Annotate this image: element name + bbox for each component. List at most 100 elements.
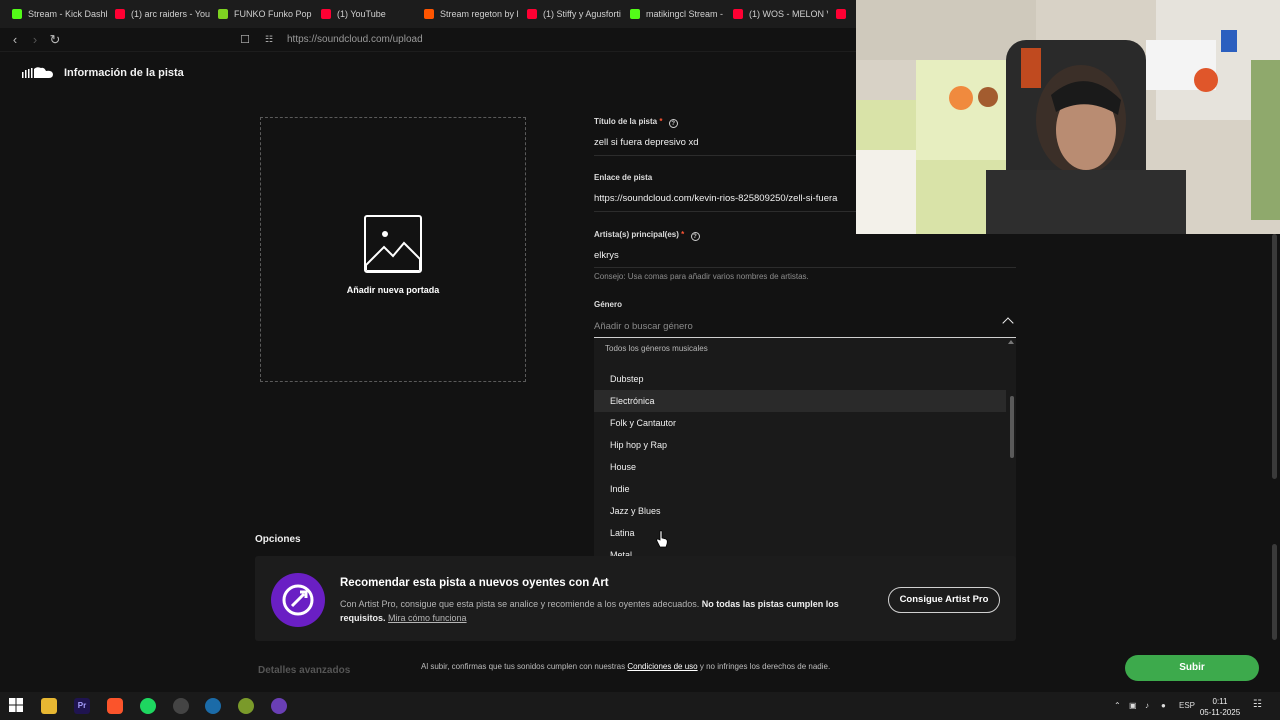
spotify-icon[interactable] <box>140 698 156 714</box>
clock-date: 05-11-2025 <box>1199 708 1241 717</box>
genre-option[interactable]: Jazz y Blues <box>594 500 1006 522</box>
webcam-overlay <box>856 0 1280 234</box>
divider <box>594 267 1016 268</box>
browser-tab[interactable]: (1) Stiffy y Agusforti <box>519 0 622 28</box>
track-title-label-text: Título de la pista <box>594 117 658 126</box>
genre-option[interactable]: Electrónica <box>594 390 1006 412</box>
genre-combobox[interactable] <box>594 316 1016 338</box>
terms-link[interactable]: Condiciones de uso <box>627 662 697 671</box>
volume-icon[interactable]: ♪ <box>1145 701 1149 710</box>
scrollbar-thumb[interactable] <box>1010 396 1014 458</box>
help-icon[interactable]: ? <box>690 232 700 241</box>
microphone-icon[interactable]: ● <box>1161 701 1166 710</box>
language-indicator[interactable]: ESP <box>1179 701 1195 710</box>
page-scrollbar[interactable] <box>1271 234 1279 644</box>
tab-title: (1) WOS - MELON V <box>749 9 828 19</box>
soundcloud-logo-icon[interactable] <box>22 66 54 85</box>
page-title: Información de la pista <box>64 67 184 79</box>
browser-tab[interactable]: matikingcl Stream - <box>622 0 725 28</box>
address-bar[interactable]: https://soundcloud.com/upload <box>287 34 423 45</box>
scrollbar-track-segment <box>1272 544 1277 640</box>
genre-option[interactable]: Hip hop y Rap <box>594 434 1006 456</box>
tab-title: (1) Stiffy y Agusforti <box>543 9 621 19</box>
soundcloud-icon <box>424 9 434 19</box>
track-title-input[interactable]: zell si fuera depresivo xd <box>594 137 856 148</box>
tab-title: Stream - Kick Dashb <box>28 9 107 19</box>
youtube-icon <box>733 9 743 19</box>
promo-text-body: Con Artist Pro, consigue que esta pista … <box>340 599 700 609</box>
scroll-up-icon[interactable] <box>1008 340 1014 344</box>
divider <box>594 155 856 156</box>
windows-taskbar: Pr ⌃ ▣ ♪ ● ESP 0:11 05-11-2025 ☷ <box>0 692 1280 720</box>
notifications-icon[interactable]: ☷ <box>1253 699 1262 710</box>
tab-title: FUNKO Funko Pop I <box>234 9 313 19</box>
dropdown-header: Todos los géneros musicales <box>605 344 708 353</box>
reload-icon[interactable]: ↻ <box>45 30 65 50</box>
submit-button[interactable]: Subir <box>1125 655 1259 681</box>
youtube-icon <box>527 9 537 19</box>
tab-title: Stream regeton by l <box>440 9 519 19</box>
disclaimer-pre: Al subir, confirmas que tus sonidos cump… <box>421 662 626 671</box>
artist-pro-promo: Recomendar esta pista a nuevos oyentes c… <box>255 556 1016 641</box>
divider <box>594 211 856 212</box>
required-mark: * <box>681 230 685 239</box>
add-cover-label: Añadir nueva portada <box>346 285 440 295</box>
promo-title: Recomendar esta pista a nuevos oyentes c… <box>340 577 609 589</box>
kick-icon <box>12 9 22 19</box>
tab-title: matikingcl Stream - <box>646 9 724 19</box>
cover-upload-area[interactable]: Añadir nueva portada <box>260 117 526 382</box>
artist-pro-badge-icon <box>271 573 325 627</box>
funko-icon <box>218 9 228 19</box>
browser-tab[interactable]: Stream regeton by l <box>416 0 519 28</box>
browser-tab[interactable]: (1) YouTube <box>313 0 416 28</box>
required-mark: * <box>659 117 663 126</box>
image-icon <box>364 215 422 273</box>
disclaimer-post: y no infringes los derechos de nadie. <box>699 662 831 671</box>
app-icon[interactable] <box>238 698 254 714</box>
youtube-icon <box>836 9 846 19</box>
scrollbar-thumb[interactable] <box>1272 234 1277 479</box>
genre-search-input[interactable] <box>594 321 994 332</box>
clock-time: 0:11 <box>1212 697 1228 706</box>
advanced-details-label[interactable]: Detalles avanzados <box>258 665 350 676</box>
obs-icon[interactable] <box>173 698 189 714</box>
artist-hint: Consejo: Usa comas para añadir varios no… <box>594 272 809 281</box>
windows-start-icon[interactable] <box>9 698 25 714</box>
how-it-works-link[interactable]: Mira cómo funciona <box>388 613 467 623</box>
browser-tab[interactable]: FUNKO Funko Pop I <box>210 0 313 28</box>
track-title-label: Título de la pista * ? <box>594 117 678 128</box>
genre-option[interactable]: Dubstep <box>594 368 1006 390</box>
genre-list: Dubstep Electrónica Folk y Cantautor Hip ho… <box>594 368 1006 588</box>
steam-icon[interactable] <box>205 698 221 714</box>
help-icon[interactable]: ? <box>668 119 678 128</box>
chevron-up-icon[interactable] <box>1002 317 1014 329</box>
bookmark-icon[interactable]: ☐ <box>235 30 255 50</box>
artist-input[interactable]: elkrys <box>594 250 1014 261</box>
forward-icon[interactable]: › <box>25 30 45 50</box>
browser-tab[interactable]: Stream - Kick Dashb <box>4 0 107 28</box>
file-explorer-icon[interactable] <box>41 698 57 714</box>
artist-label-text: Artista(s) principal(es) <box>594 230 679 239</box>
media-player-icon[interactable] <box>271 698 287 714</box>
artist-label: Artista(s) principal(es) * ? <box>594 230 700 241</box>
network-icon[interactable]: ▣ <box>1129 701 1137 710</box>
genre-option[interactable]: Folk y Cantautor <box>594 412 1006 434</box>
promo-text: Con Artist Pro, consigue que esta pista … <box>340 597 840 625</box>
genre-option[interactable]: Indie <box>594 478 1006 500</box>
site-settings-icon[interactable]: ☷ <box>259 30 279 50</box>
browser-tab[interactable]: (1) arc raiders - You <box>107 0 210 28</box>
track-link-input[interactable]: https://soundcloud.com/kevin-rios-825809… <box>594 193 856 204</box>
premiere-icon[interactable]: Pr <box>74 698 90 714</box>
genre-option[interactable]: House <box>594 456 1006 478</box>
brave-browser-icon[interactable] <box>107 698 123 714</box>
terms-disclaimer: Al subir, confirmas que tus sonidos cump… <box>421 662 830 671</box>
chevron-up-icon[interactable]: ⌃ <box>1114 701 1121 710</box>
tab-title: (1) YouTube <box>337 9 386 19</box>
get-artist-pro-button[interactable]: Consigue Artist Pro <box>888 587 1000 613</box>
browser-tab[interactable]: (1) WOS - MELON V <box>725 0 828 28</box>
tab-title: (1) arc raiders - You <box>131 9 210 19</box>
back-icon[interactable]: ‹ <box>5 30 25 50</box>
clock[interactable]: 0:11 05-11-2025 <box>1198 696 1242 718</box>
track-link-label: Enlace de pista <box>594 173 653 182</box>
youtube-icon <box>321 9 331 19</box>
